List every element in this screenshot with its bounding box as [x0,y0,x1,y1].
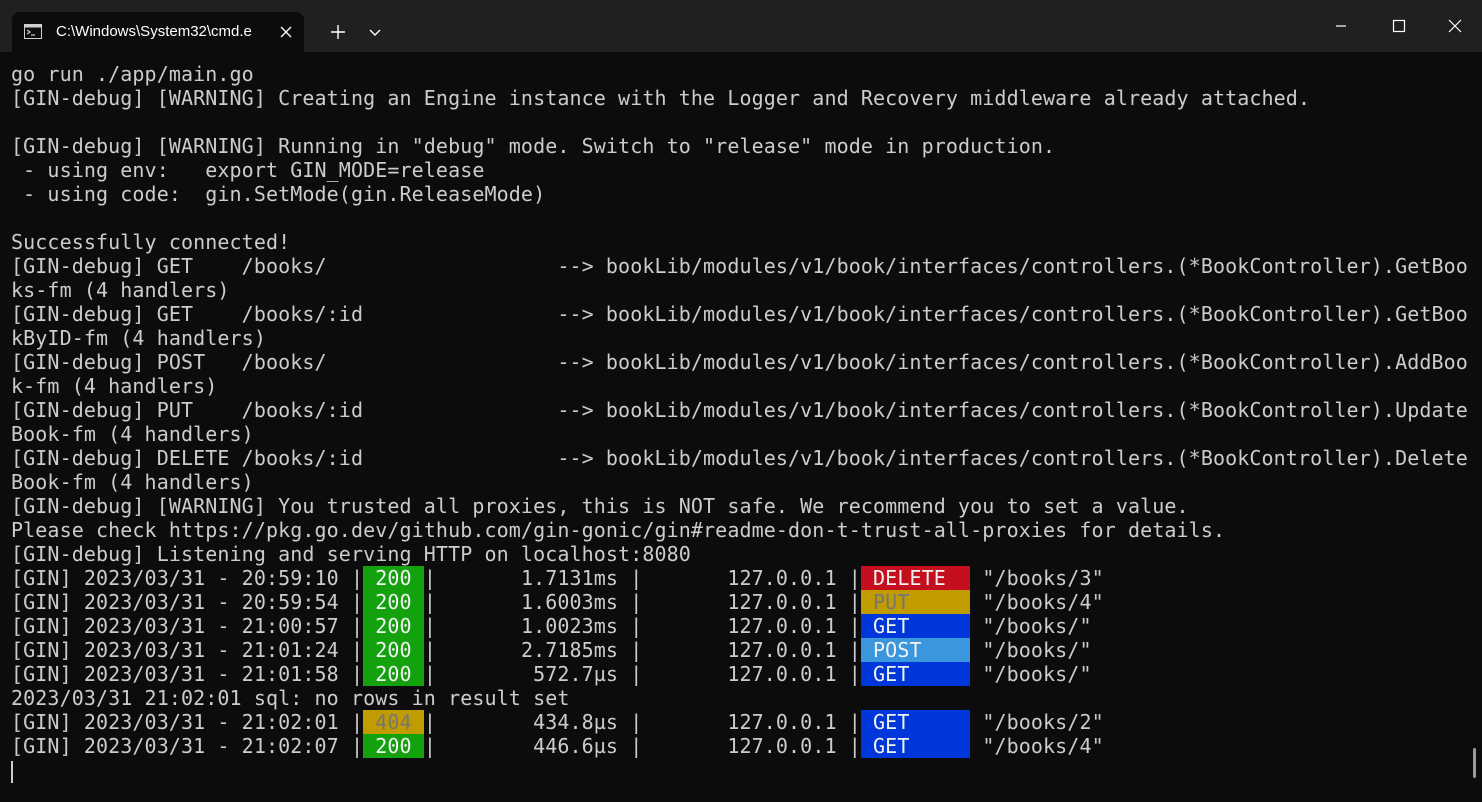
terminal-text: [GIN-debug] [WARNING] Running in "debug"… [11,134,1056,158]
minimize-icon[interactable] [1318,10,1364,42]
terminal-line: Book-fm (4 handlers) [11,422,1471,446]
terminal-text: [GIN] 2023/03/31 - 20:59:54 | [11,590,364,614]
terminal-text: Book-fm (4 handlers) [11,422,254,446]
close-icon[interactable] [276,22,296,42]
terminal-text: [GIN] 2023/03/31 - 21:01:24 | [11,638,364,662]
terminal-line: [GIN-debug] POST /books/ --> bookLib/mod… [11,350,1471,374]
status-badge: 200 [363,662,424,686]
terminal-line: [GIN] 2023/03/31 - 21:02:07 | 200 | 446.… [11,734,1471,758]
terminal-line: [GIN] 2023/03/31 - 21:01:58 | 200 | 572.… [11,662,1471,686]
status-badge: 200 [363,638,424,662]
terminal-text: | 1.7131ms | 127.0.0.1 | [423,566,861,590]
terminal-text: [GIN] 2023/03/31 - 21:02:01 | [11,710,364,734]
terminal-text: [GIN] 2023/03/31 - 21:00:57 | [11,614,364,638]
status-badge: 200 [363,734,424,758]
status-badge: 200 [363,566,424,590]
terminal-text: [GIN-debug] PUT /books/:id --> bookLib/m… [11,398,1468,422]
terminal-line: [GIN] 2023/03/31 - 20:59:10 | 200 | 1.71… [11,566,1471,590]
terminal-text: - using env: export GIN_MODE=release [11,158,485,182]
status-badge: 200 [363,590,424,614]
terminal-line: - using env: export GIN_MODE=release [11,158,1471,182]
terminal-text: "/books/" [970,614,1092,638]
terminal-text: "/books/4" [970,590,1104,614]
terminal-line: k-fm (4 handlers) [11,374,1471,398]
terminal-text: [GIN-debug] [WARNING] Creating an Engine… [11,86,1311,110]
terminal-text: | 446.6µs | 127.0.0.1 | [423,734,861,758]
status-badge: 404 [363,710,424,734]
terminal-text: | 2.7185ms | 127.0.0.1 | [423,638,861,662]
terminal-text: "/books/" [970,638,1092,662]
terminal-line: [GIN] 2023/03/31 - 21:02:01 | 404 | 434.… [11,710,1471,734]
terminal-line: [GIN-debug] Listening and serving HTTP o… [11,542,1471,566]
terminal-text: ks-fm (4 handlers) [11,278,230,302]
text-cursor [11,760,13,783]
status-badge: 200 [363,614,424,638]
terminal-line: ks-fm (4 handlers) [11,278,1471,302]
terminal-window: C:\Windows\System32\cmd.e go run ./app/m… [0,0,1482,802]
terminal-text: [GIN] 2023/03/31 - 20:59:10 | [11,566,364,590]
terminal-text: | 434.8µs | 127.0.0.1 | [423,710,861,734]
terminal-text: kByID-fm (4 handlers) [11,326,266,350]
terminal-text: k-fm (4 handlers) [11,374,218,398]
terminal-line: Successfully connected! [11,230,1471,254]
title-bar[interactable]: C:\Windows\System32\cmd.e [0,0,1482,52]
status-badge: GET [860,734,971,758]
terminal-text: [GIN] 2023/03/31 - 21:01:58 | [11,662,364,686]
terminal-line: go run ./app/main.go [11,62,1471,86]
terminal-line: 2023/03/31 21:02:01 sql: no rows in resu… [11,686,1471,710]
terminal-line: [GIN] 2023/03/31 - 21:01:24 | 200 | 2.71… [11,638,1471,662]
status-badge: GET [860,614,971,638]
terminal-text: [GIN-debug] POST /books/ --> bookLib/mod… [11,350,1468,374]
terminal-icon [24,24,42,39]
terminal-text: Please check https://pkg.go.dev/github.c… [11,518,1226,542]
status-badge: DELETE [860,566,971,590]
maximize-icon[interactable] [1376,10,1422,42]
terminal-line: Please check https://pkg.go.dev/github.c… [11,518,1471,542]
terminal-text: [GIN-debug] GET /books/ --> bookLib/modu… [11,254,1468,278]
terminal-text: - using code: gin.SetMode(gin.ReleaseMod… [11,182,546,206]
terminal-text: [GIN-debug] [WARNING] You trusted all pr… [11,494,1189,518]
scrollbar[interactable] [1473,748,1476,778]
terminal-text: go run ./app/main.go [11,62,254,86]
terminal-text: | 1.0023ms | 127.0.0.1 | [423,614,861,638]
prompt-line[interactable] [11,758,1471,783]
terminal-text: "/books/3" [970,566,1104,590]
status-badge: PUT [860,590,971,614]
terminal-line: Book-fm (4 handlers) [11,470,1471,494]
terminal-text: [GIN-debug] GET /books/:id --> bookLib/m… [11,302,1468,326]
plus-icon[interactable] [324,18,352,46]
terminal-text: "/books/2" [970,710,1104,734]
chevron-down-icon[interactable] [362,20,388,46]
status-badge: POST [860,638,971,662]
terminal-text: [GIN] 2023/03/31 - 21:02:07 | [11,734,364,758]
terminal-text: Successfully connected! [11,230,291,254]
status-badge: GET [860,662,971,686]
status-badge: GET [860,710,971,734]
terminal-text: | 572.7µs | 127.0.0.1 | [423,662,861,686]
terminal-text: "/books/" [970,662,1092,686]
tab-title: C:\Windows\System32\cmd.e [56,23,252,40]
terminal-line: [GIN] 2023/03/31 - 21:00:57 | 200 | 1.00… [11,614,1471,638]
terminal-text: [GIN-debug] Listening and serving HTTP o… [11,542,691,566]
terminal-text: Book-fm (4 handlers) [11,470,254,494]
terminal-text: | 1.6003ms | 127.0.0.1 | [423,590,861,614]
close-icon[interactable] [1432,10,1478,42]
terminal-text: "/books/4" [970,734,1104,758]
terminal-line: [GIN-debug] GET /books/:id --> bookLib/m… [11,302,1471,326]
terminal-line: [GIN] 2023/03/31 - 20:59:54 | 200 | 1.60… [11,590,1471,614]
terminal-line: kByID-fm (4 handlers) [11,326,1471,350]
terminal-line: [GIN-debug] PUT /books/:id --> bookLib/m… [11,398,1471,422]
terminal-line: - using code: gin.SetMode(gin.ReleaseMod… [11,182,1471,206]
terminal-line: [GIN-debug] [WARNING] Running in "debug"… [11,134,1471,158]
terminal-line: [GIN-debug] DELETE /books/:id --> bookLi… [11,446,1471,470]
terminal-text: 2023/03/31 21:02:01 sql: no rows in resu… [11,686,570,710]
terminal-text: [GIN-debug] DELETE /books/:id --> bookLi… [11,446,1468,470]
terminal-line: [GIN-debug] [WARNING] Creating an Engine… [11,86,1471,110]
terminal-line: [GIN-debug] [WARNING] You trusted all pr… [11,494,1471,518]
terminal-output[interactable]: go run ./app/main.go [GIN-debug] [WARNING… [11,62,1471,792]
terminal-line: [GIN-debug] GET /books/ --> bookLib/modu… [11,254,1471,278]
tab-cmd[interactable]: C:\Windows\System32\cmd.e [12,12,304,52]
